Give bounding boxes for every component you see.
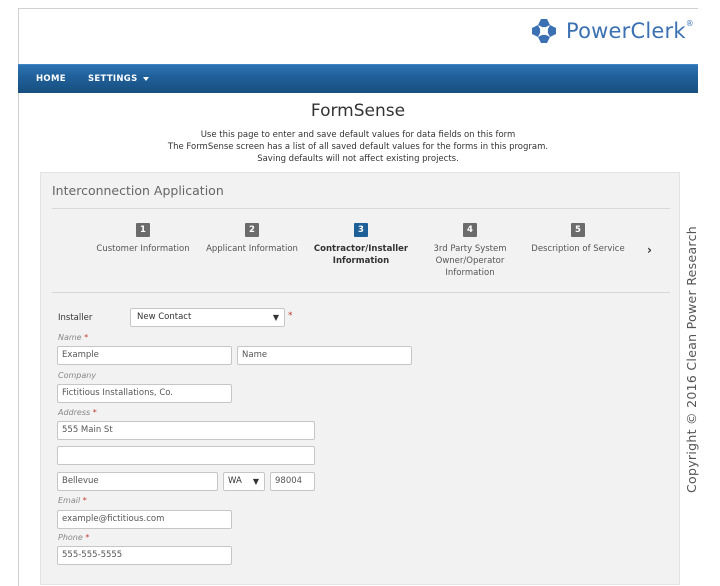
- step-label: 3rd Party System Owner/Operator Informat…: [433, 244, 507, 278]
- state-select[interactable]: WA ▼: [223, 472, 265, 491]
- step-number: 4: [463, 223, 477, 237]
- step-number: 1: [136, 223, 150, 237]
- city-field[interactable]: Bellevue: [57, 472, 218, 491]
- state-select-value: WA: [228, 476, 242, 486]
- panel-divider-top: [52, 208, 670, 209]
- top-navbar: HOME SETTINGS: [18, 64, 698, 93]
- page-description-line-2: The FormSense screen has a list of all s…: [167, 142, 549, 152]
- required-marker: *: [82, 496, 87, 505]
- brand-reg-mark: ®: [685, 18, 694, 28]
- chevron-down-icon: [142, 76, 149, 81]
- zip-field[interactable]: 98004: [270, 472, 315, 491]
- company-label: Company: [58, 371, 97, 380]
- panel-title: Interconnection Application: [52, 183, 224, 198]
- address-line-1-field[interactable]: 555 Main St: [57, 421, 315, 440]
- step-label: Applicant Information: [206, 244, 298, 254]
- brand-name: PowerClerk: [566, 19, 686, 43]
- nav-home[interactable]: HOME: [36, 74, 66, 84]
- phone-field[interactable]: 555-555-5555: [57, 546, 232, 565]
- required-marker: *: [85, 533, 90, 542]
- first-name-field[interactable]: Example: [57, 346, 232, 365]
- address-label-text: Address: [58, 408, 91, 417]
- page-title: FormSense: [310, 101, 406, 121]
- email-label: Email *: [58, 496, 87, 505]
- caret-down-icon: ▼: [252, 477, 259, 486]
- step-number: 5: [571, 223, 585, 237]
- step-label: Customer Information: [96, 244, 190, 254]
- company-field[interactable]: Fictitious Installations, Co.: [57, 384, 232, 403]
- panel-divider-steps: [52, 292, 670, 293]
- copyright-notice: Copyright © 2016 Clean Power Research: [684, 226, 699, 493]
- nav-settings[interactable]: SETTINGS: [88, 74, 149, 84]
- page-description-line-3: Saving defaults will not affect existing…: [257, 154, 459, 164]
- name-label: Name *: [58, 333, 88, 342]
- required-marker: *: [288, 311, 293, 321]
- required-marker: *: [84, 333, 89, 342]
- required-marker: *: [92, 408, 97, 417]
- last-name-field[interactable]: Name: [237, 346, 412, 365]
- brand-logo: PowerClerk ®: [530, 16, 694, 46]
- step-label: Contractor/Installer Information: [313, 244, 409, 266]
- phone-label-text: Phone: [58, 533, 83, 542]
- step-1[interactable]: 1 Customer Information: [92, 223, 194, 255]
- name-label-text: Name: [58, 333, 82, 342]
- address-label: Address *: [58, 408, 97, 417]
- step-3[interactable]: 3 Contractor/Installer Information: [312, 223, 410, 267]
- chevron-right-icon[interactable]: ›: [647, 243, 652, 257]
- step-2[interactable]: 2 Applicant Information: [202, 223, 302, 255]
- email-label-text: Email: [58, 496, 81, 505]
- phone-label: Phone *: [58, 533, 89, 542]
- step-4[interactable]: 4 3rd Party System Owner/Operator Inform…: [424, 223, 516, 279]
- step-number: 3: [354, 223, 368, 237]
- step-5[interactable]: 5 Description of Service: [528, 223, 628, 255]
- nav-settings-label: SETTINGS: [88, 74, 138, 84]
- step-number: 2: [245, 223, 259, 237]
- caret-down-icon: ▼: [272, 313, 279, 322]
- installer-label: Installer: [58, 313, 93, 323]
- page-description-line-1: Use this page to enter and save default …: [200, 130, 516, 140]
- powerclerk-logo-icon: [532, 19, 556, 43]
- address-line-2-field[interactable]: [57, 446, 315, 465]
- email-field[interactable]: example@fictitious.com: [57, 510, 232, 529]
- installer-select[interactable]: New Contact ▼: [130, 308, 285, 327]
- installer-select-value: New Contact: [137, 312, 192, 322]
- step-label: Description of Service: [531, 244, 625, 254]
